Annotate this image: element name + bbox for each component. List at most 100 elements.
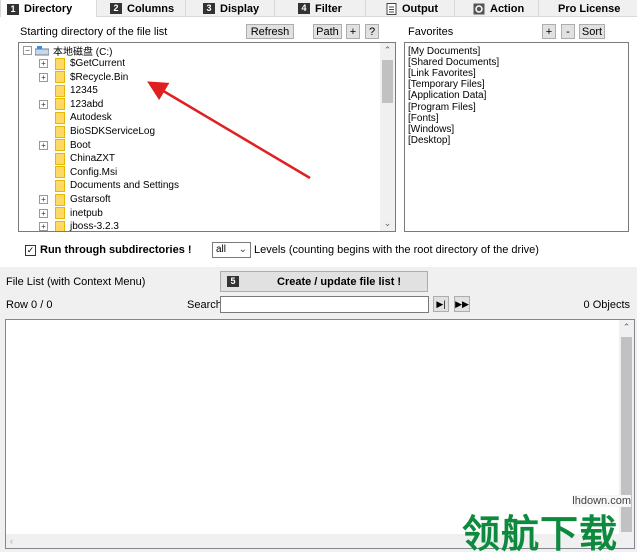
tree-item[interactable]: Documents and Settings [41,179,179,192]
tab-number-badge: 1 [7,3,19,15]
subdirectories-checkbox[interactable]: ✓ [25,245,36,256]
favorites-label: Favorites [408,26,454,38]
tab-label: Columns [127,2,175,15]
tab-action[interactable]: Action [467,0,539,17]
watermark-logo: lhdown.com 领航下载 [452,495,637,552]
levels-select[interactable]: all ⌄ [212,242,251,258]
expand-icon[interactable]: + [39,72,48,82]
tree-item[interactable]: + Gstarsoft [39,193,111,206]
remove-favorite-button[interactable]: - [561,24,575,39]
tab-number-badge: 2 [110,3,122,14]
scroll-up-icon[interactable]: ⌃ [619,320,634,335]
expand-icon[interactable]: + [39,99,48,109]
favorite-item[interactable]: [Program Files] [408,102,476,113]
directory-panel: Starting directory of the file list Refr… [0,17,637,267]
tree-item-label: 123abd [70,98,104,110]
create-file-list-button[interactable]: 5 Create / update file list ! [220,271,428,292]
find-next-icon[interactable]: ▶| [433,296,449,312]
scroll-up-icon[interactable]: ⌃ [380,43,395,58]
folder-icon [55,166,65,179]
search-input[interactable] [220,296,429,313]
tree-item[interactable]: + inetpub [39,207,103,220]
tree-item-label: BioSDKServiceLog [70,126,156,137]
step-number-badge: 5 [227,276,239,287]
tab-number-badge: 4 [298,3,310,14]
folder-icon [55,193,65,206]
tree-item[interactable]: + $GetCurrent [39,57,126,70]
tree-item[interactable]: Autodesk [41,111,112,124]
folder-icon [55,179,65,192]
expand-icon[interactable]: + [39,195,48,204]
tab-directory[interactable]: 1 Directory [0,0,97,18]
folder-icon [55,71,65,84]
folder-icon [55,57,65,70]
tab-label: Directory [24,3,73,15]
gear-icon [473,3,485,15]
favorites-list[interactable]: [My Documents] [Shared Documents] [Link Fa… [404,42,629,232]
expand-icon[interactable]: + [39,208,48,218]
expand-icon[interactable]: + [39,222,48,231]
tree-item[interactable]: 12345 [41,84,98,97]
favorite-item[interactable]: [Application Data] [408,90,486,101]
tab-output[interactable]: Output [379,0,455,17]
start-directory-label: Starting directory of the file list [20,26,168,38]
favorite-item[interactable]: [Desktop] [408,135,450,146]
add-path-button[interactable]: + [346,24,360,39]
expand-icon[interactable]: + [39,59,48,68]
collapse-icon[interactable]: − [23,46,32,55]
tree-item-label: $GetCurrent [70,58,126,69]
folder-icon [55,220,65,231]
tree-item[interactable]: + Boot [39,139,91,152]
folder-icon [55,125,65,138]
favorite-item[interactable]: [My Documents] [408,46,480,57]
favorite-item[interactable]: [Link Favorites] [408,68,476,79]
favorite-item[interactable]: [Fonts] [408,113,439,124]
favorite-item[interactable]: [Windows] [408,124,454,135]
tree-item-label: inetpub [70,207,103,219]
scroll-thumb[interactable] [382,60,393,103]
tree-item-label: Autodesk [70,112,112,124]
scroll-left-icon[interactable]: ‹ [10,536,13,546]
row-status: Row 0 / 0 [6,299,53,311]
chevron-down-icon: ⌄ [238,244,247,255]
sort-favorites-button[interactable]: Sort [579,24,605,39]
tree-item[interactable]: BioSDKServiceLog [41,125,155,138]
tab-filter[interactable]: 4 Filter [292,0,366,17]
search-label: Search [187,299,222,311]
folder-icon [55,84,65,97]
tab-display[interactable]: 3 Display [197,0,275,17]
tab-label: Filter [315,2,342,15]
tree-item[interactable]: +123abd [39,98,104,111]
refresh-button[interactable]: Refresh [246,24,294,39]
favorite-item[interactable]: [Temporary Files] [408,79,485,90]
tree-item[interactable]: Config.Msi [41,166,117,179]
tab-columns[interactable]: 2 Columns [104,0,186,17]
tab-label: Action [490,2,525,15]
create-file-list-label: Create / update file list ! [277,275,402,288]
find-all-icon[interactable]: ▶▶ [454,296,470,312]
tree-root[interactable]: − 本地磁盘 (C:) [23,44,112,58]
tree-item-label: Config.Msi [70,166,118,178]
directory-tree[interactable]: − 本地磁盘 (C:) + $GetCurrent + $Recycle.Bin 123… [18,42,396,232]
tab-pro-license[interactable]: Pro License [552,0,637,17]
tree-item-label: Documents and Settings [70,180,179,192]
drive-icon [35,45,49,55]
scroll-down-icon[interactable]: ⌄ [380,216,395,231]
tree-item[interactable]: + $Recycle.Bin [39,71,128,84]
expand-icon[interactable]: + [39,140,48,150]
path-button[interactable]: Path [313,24,342,39]
favorite-item[interactable]: [Shared Documents] [408,57,499,68]
watermark-text: 领航下载 [462,512,619,552]
tree-item[interactable]: ChinaZXT [41,152,115,165]
tab-number-badge: 3 [203,3,215,14]
help-button[interactable]: ? [365,24,379,39]
add-favorite-button[interactable]: + [542,24,556,39]
tab-bar: 1 Directory 2 Columns 3 Display 4 Filter… [0,0,637,18]
tab-label: Pro License [558,2,621,15]
levels-value: all [216,244,227,255]
tree-item[interactable]: + jboss-3.2.3 [39,220,119,231]
tree-item-label: Gstarsoft [70,194,111,205]
file-list-label: File List (with Context Menu) [6,276,146,288]
tree-vertical-scrollbar[interactable]: ⌃ ⌄ [380,43,395,231]
document-icon [385,2,397,15]
